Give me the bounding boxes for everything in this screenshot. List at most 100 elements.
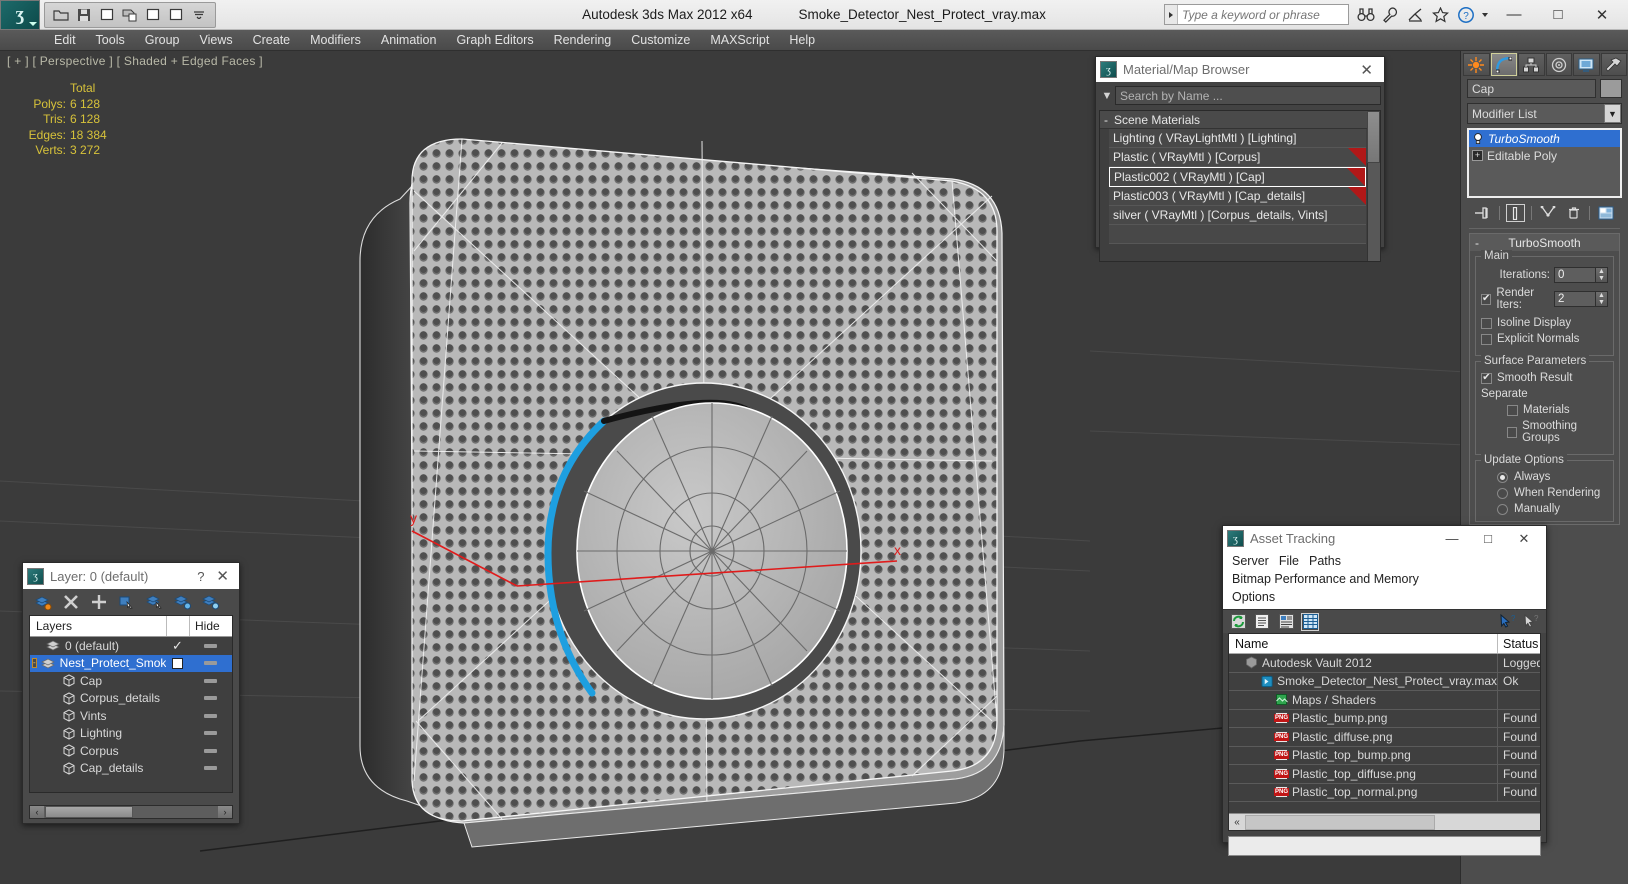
material-map-browser-window[interactable]: ʒ Material/Map Browser ✕ ▼ Search by Nam… [1095,56,1385,262]
hide-toggle[interactable] [189,731,232,736]
render-iters-value[interactable]: 2 [1555,292,1595,306]
layer-horizontal-scrollbar[interactable]: ‹ › [29,805,233,819]
new-icon[interactable] [143,5,163,25]
configure-modifier-sets-icon[interactable] [1596,204,1616,222]
asset-list[interactable]: Name Status Autodesk Vault 2012 Logged O… [1228,633,1541,831]
redo-icon[interactable] [120,5,140,25]
update-always-radio[interactable] [1497,471,1508,483]
window-minimize-button[interactable]: — [1492,0,1536,29]
object-name-field[interactable]: Cap [1467,79,1596,98]
update-always-row[interactable]: Always [1481,471,1608,483]
help-cursor-icon[interactable]: ? [1498,613,1516,631]
close-icon[interactable]: ✕ [210,567,235,585]
current-layer-check[interactable] [166,657,189,669]
help-icon[interactable]: ? [1453,3,1478,27]
material-item-silver[interactable]: silver ( VRayMtl ) [Corpus_details, Vint… [1109,206,1366,225]
list-view-icon[interactable] [1253,613,1271,631]
remove-modifier-icon[interactable] [1564,204,1584,222]
help-dropdown-icon[interactable] [1478,3,1492,27]
undo-icon[interactable] [97,5,117,25]
help-button[interactable]: ? [191,569,210,584]
open-icon[interactable] [51,5,71,25]
motion-tab[interactable] [1545,53,1572,76]
communication-center-icon[interactable] [1403,3,1428,27]
layer-list[interactable]: Layers Hide 0 (default) ✓ - Nest_Protect… [29,615,233,793]
hide-toggle[interactable] [189,748,232,753]
layer-object-row-lighting[interactable]: Lighting [30,725,232,743]
menu-item-modifiers[interactable]: Modifiers [300,31,371,49]
iterations-spinner[interactable]: 0 ▲ ▼ [1554,267,1608,283]
explicit-normals-checkbox[interactable] [1481,333,1492,345]
refresh-icon[interactable] [1229,613,1247,631]
asset-row-vault[interactable]: Autodesk Vault 2012 Logged O [1229,654,1540,673]
pin-stack-icon[interactable] [1473,204,1493,222]
expand-plus-icon[interactable]: + [1472,150,1483,161]
utilities-tab[interactable] [1600,53,1627,76]
modifier-stack-item-turbosmooth[interactable]: TurboSmooth [1469,130,1620,147]
pointer-question-icon[interactable]: ? [1522,613,1540,631]
object-color-swatch[interactable] [1600,79,1622,98]
rollout-collapse-sign[interactable]: - [1475,236,1479,250]
scrollbar-thumb[interactable] [1367,111,1380,163]
asset-menu-server[interactable]: Server [1227,552,1274,570]
asset-tracking-window[interactable]: ʒ Asset Tracking — □ ✕ Server File PathsBi… [1222,525,1547,856]
asset-row-plastic-diffuse[interactable]: PNG Plastic_diffuse.png Found [1229,728,1540,747]
search-input[interactable] [1178,5,1348,24]
menu-item-help[interactable]: Help [779,31,825,49]
select-object-layer-icon[interactable] [117,592,137,612]
spinner-arrows-icon[interactable]: ▲ ▼ [1595,268,1607,282]
filter-dropdown-icon[interactable]: ▼ [1099,86,1115,105]
modifier-stack-item-editable-poly[interactable]: + Editable Poly [1469,147,1620,164]
minimize-button[interactable]: — [1434,527,1470,551]
materials-checkbox[interactable] [1507,404,1518,416]
table-view-icon[interactable] [1301,612,1319,631]
asset-row-max-file[interactable]: Smoke_Detector_Nest_Protect_vray.max Ok [1229,672,1540,691]
scrollbar-thumb[interactable] [45,806,133,818]
render-iters-checkbox[interactable]: ✔ [1481,293,1492,305]
isoline-display-checkbox[interactable] [1481,317,1492,329]
layer-manager-window[interactable]: ʒ Layer: 0 (default) ? ✕ Layers Hide 0 (… [22,562,240,824]
create-new-layer-icon[interactable] [33,592,53,612]
menu-item-views[interactable]: Views [189,31,242,49]
modify-tab[interactable] [1490,53,1517,76]
set-icon[interactable] [166,5,186,25]
scrollbar-thumb[interactable] [1245,814,1435,830]
layer-properties-icon[interactable] [201,592,221,612]
asset-horizontal-scrollbar[interactable]: « [1229,813,1540,830]
asset-menu-paths[interactable]: Paths [1304,552,1346,570]
maximize-button[interactable]: □ [1470,527,1506,551]
material-browser-scrollbar[interactable] [1367,111,1380,261]
scroll-left-arrow-icon[interactable]: ‹ [30,806,44,818]
chevron-down-icon[interactable] [29,21,37,26]
menu-item-graph-editors[interactable]: Graph Editors [446,31,543,49]
rollout-header[interactable]: - TurboSmooth [1470,234,1619,251]
modifier-stack[interactable]: TurboSmooth + Editable Poly [1467,128,1622,198]
hierarchy-tab[interactable] [1518,53,1545,76]
modifier-list-dropdown[interactable]: Modifier List ▼ [1467,103,1622,124]
menu-item-tools[interactable]: Tools [86,31,135,49]
smoke-detector-3d-model[interactable]: y x [352,121,1032,861]
select-highlighted-layer-icon[interactable] [145,592,165,612]
create-tab[interactable] [1463,53,1490,76]
search-binoculars-icon[interactable] [1353,3,1378,27]
asset-menu-bitmap-performance[interactable]: Bitmap Performance and Memory [1227,570,1424,588]
hide-toggle[interactable] [189,661,232,666]
hide-toggle[interactable] [189,678,232,683]
iterations-value[interactable]: 0 [1555,268,1595,282]
display-tab[interactable] [1573,53,1600,76]
update-manually-radio[interactable] [1497,503,1508,515]
layer-object-row-cap-details[interactable]: Cap_details [30,760,232,778]
detail-view-icon[interactable] [1277,613,1295,631]
asset-row-plastic-bump[interactable]: PNG Plastic_bump.png Found [1229,709,1540,728]
material-item-empty[interactable] [1109,225,1366,244]
customize-qat-icon[interactable] [189,5,209,25]
materials-row[interactable]: Materials [1481,404,1608,416]
material-item-plastic002[interactable]: Plastic002 ( VRayMtl ) [Cap] [1109,167,1366,187]
scroll-right-arrow-icon[interactable]: › [218,806,232,818]
update-manually-row[interactable]: Manually [1481,503,1608,515]
material-search-input[interactable]: Search by Name ... [1115,86,1381,105]
hide-toggle[interactable] [189,766,232,771]
scroll-left-arrow-icon[interactable]: « [1229,814,1245,830]
light-bulb-icon[interactable] [1472,132,1484,145]
menu-item-edit[interactable]: Edit [44,31,86,49]
